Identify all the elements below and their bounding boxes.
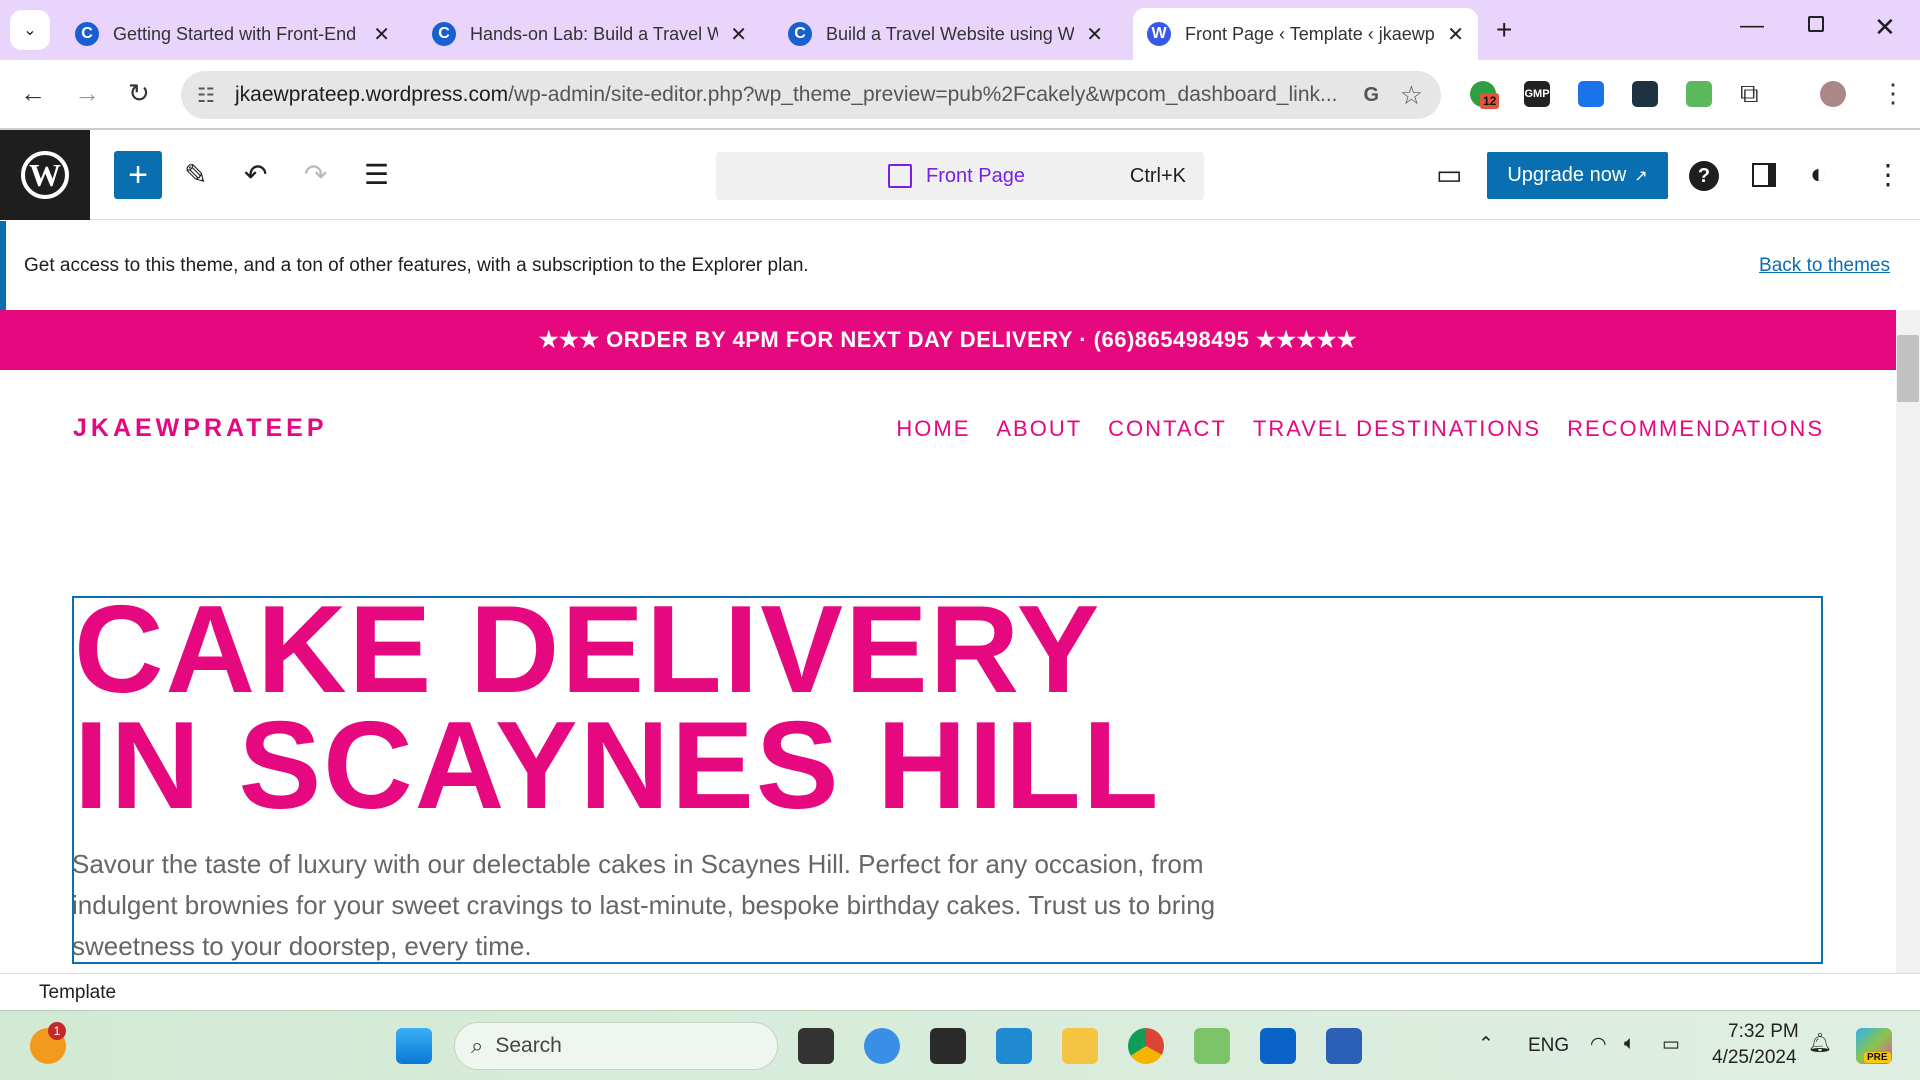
- browser-tab[interactable]: CBuild a Travel Website using WordPress✕: [774, 8, 1117, 60]
- upgrade-now-button[interactable]: Upgrade now ↗: [1487, 152, 1668, 199]
- back-to-themes-link[interactable]: Back to themes: [1759, 255, 1890, 277]
- nav-home[interactable]: HOME: [896, 416, 970, 442]
- wordpress-logo-button[interactable]: W: [0, 130, 90, 220]
- canvas-scrollbar[interactable]: [1896, 310, 1920, 973]
- options-menu-icon[interactable]: ⋮: [1874, 158, 1902, 191]
- browser-tab-bar: ⌄ CGetting Started with Front-End and We…: [0, 0, 1920, 60]
- forward-icon[interactable]: →: [74, 78, 100, 109]
- weather-widget-icon[interactable]: 1: [30, 1022, 66, 1064]
- add-block-button[interactable]: +: [114, 151, 162, 199]
- extension-icon[interactable]: 12: [1470, 81, 1500, 109]
- windows-start-icon[interactable]: [396, 1028, 432, 1064]
- outlook-icon[interactable]: [1260, 1028, 1296, 1064]
- task-view-icon[interactable]: [798, 1028, 834, 1064]
- chrome-icon[interactable]: [1128, 1028, 1164, 1064]
- nav-about[interactable]: ABOUT: [996, 416, 1082, 442]
- battery-icon[interactable]: ▭: [1662, 1033, 1680, 1056]
- nav-recommendations[interactable]: RECOMMENDATIONS: [1567, 416, 1824, 442]
- reload-icon[interactable]: ↻: [128, 78, 150, 109]
- extensions-puzzle-icon[interactable]: ⧉: [1740, 78, 1759, 110]
- help-icon[interactable]: ?: [1689, 161, 1719, 191]
- upgrade-notice: Get access to this theme, and a ton of o…: [0, 221, 1920, 310]
- close-tab-icon[interactable]: ✕: [1447, 22, 1464, 47]
- minimize-button[interactable]: —: [1740, 12, 1764, 40]
- close-window-button[interactable]: ✕: [1874, 12, 1896, 43]
- react-devtools-icon[interactable]: [1632, 81, 1658, 107]
- close-tab-icon[interactable]: ✕: [730, 22, 747, 47]
- editor-footer-breadcrumb: Template: [0, 973, 1920, 1010]
- browser-tab[interactable]: CHands-on Lab: Build a Travel Website✕: [418, 8, 761, 60]
- copilot-icon[interactable]: PRE: [1856, 1028, 1892, 1064]
- command-palette-button[interactable]: Front Page Ctrl+K: [716, 152, 1204, 200]
- promo-banner: ★★★ ORDER BY 4PM FOR NEXT DAY DELIVERY ·…: [0, 310, 1896, 370]
- styles-contrast-icon[interactable]: ◐: [1810, 158, 1827, 190]
- wordpress-icon: W: [21, 151, 69, 199]
- restore-button[interactable]: [1808, 16, 1824, 32]
- site-title[interactable]: JKAEWPRATEEP: [73, 414, 328, 443]
- close-tab-icon[interactable]: ✕: [1086, 22, 1103, 47]
- undo-icon[interactable]: ↶: [244, 158, 267, 191]
- coursera-icon: C: [432, 22, 456, 46]
- site-info-icon[interactable]: ☷: [197, 83, 215, 108]
- volume-icon[interactable]: 🔈︎: [1624, 1033, 1635, 1055]
- bookmark-star-icon[interactable]: ☆: [1400, 80, 1423, 111]
- word-icon[interactable]: [1326, 1028, 1362, 1064]
- language-indicator[interactable]: ENG: [1528, 1035, 1569, 1057]
- camera-extension-icon[interactable]: [1578, 81, 1604, 107]
- notifications-bell-icon[interactable]: 🔔︎: [1808, 1031, 1832, 1055]
- redo-icon[interactable]: ↷: [304, 158, 327, 191]
- tab-search-button[interactable]: ⌄: [10, 10, 50, 50]
- vscode-icon[interactable]: [996, 1028, 1032, 1064]
- browser-tab[interactable]: CGetting Started with Front-End and Web …: [61, 8, 404, 60]
- edit-pencil-icon[interactable]: ✎: [184, 158, 207, 191]
- browser-tab-active[interactable]: WFront Page ‹ Template ‹ jkaewprateep✕: [1133, 8, 1478, 60]
- url-input[interactable]: ☷ jkaewprateep.wordpress.com/wp-admin/si…: [181, 71, 1441, 119]
- clock-date[interactable]: 4/25/2024: [1712, 1047, 1797, 1069]
- nav-travel-destinations[interactable]: TRAVEL DESTINATIONS: [1253, 416, 1541, 442]
- browser-menu-icon[interactable]: ⋮: [1880, 78, 1906, 109]
- wifi-icon[interactable]: ◠: [1590, 1033, 1607, 1056]
- paint-icon[interactable]: [864, 1028, 900, 1064]
- search-icon: ⌕: [471, 1033, 484, 1058]
- profile-avatar[interactable]: [1820, 81, 1846, 107]
- device-preview-icon[interactable]: ▭: [1436, 158, 1462, 191]
- sheets-extension-icon[interactable]: [1686, 81, 1712, 107]
- scrollbar-thumb[interactable]: [1897, 335, 1919, 402]
- new-tab-button[interactable]: +: [1496, 14, 1512, 46]
- external-link-icon: ↗: [1634, 167, 1648, 185]
- taskbar-search[interactable]: ⌕ Search: [454, 1022, 778, 1070]
- close-tab-icon[interactable]: ✕: [373, 22, 390, 47]
- clock-time[interactable]: 7:32 PM: [1728, 1021, 1799, 1043]
- notepad-icon[interactable]: [1194, 1028, 1230, 1064]
- hero-paragraph[interactable]: Savour the taste of luxury with our dele…: [74, 844, 1252, 962]
- file-explorer-icon[interactable]: [1062, 1028, 1098, 1064]
- coursera-icon: C: [75, 22, 99, 46]
- windows-taskbar: 1 ⌕ Search ⌃ ENG ◠ 🔈︎ ▭ 7:32 PM 4/25/2024…: [0, 1010, 1920, 1080]
- show-hidden-icons-chevron-icon[interactable]: ⌃: [1478, 1033, 1494, 1056]
- hero-heading[interactable]: CAKE DELIVERY IN SCAYNES HILL: [74, 598, 1821, 828]
- back-icon[interactable]: ←: [20, 78, 46, 109]
- hero-group-block[interactable]: CAKE DELIVERY IN SCAYNES HILL Savour the …: [72, 596, 1823, 964]
- site-navigation: HOME ABOUT CONTACT TRAVEL DESTINATIONS R…: [896, 416, 1824, 442]
- template-icon: [888, 164, 912, 188]
- coursera-icon: C: [788, 22, 812, 46]
- nav-contact[interactable]: CONTACT: [1108, 416, 1227, 442]
- list-view-icon[interactable]: ☰: [364, 158, 389, 191]
- site-header: JKAEWPRATEEP HOME ABOUT CONTACT TRAVEL D…: [0, 370, 1896, 480]
- terminal-icon[interactable]: [930, 1028, 966, 1064]
- translate-icon[interactable]: G: [1363, 84, 1379, 107]
- gmp-extension-icon[interactable]: GMP: [1524, 81, 1550, 107]
- wordpress-icon: W: [1147, 22, 1171, 46]
- breadcrumb-template[interactable]: Template: [39, 982, 116, 1003]
- editor-toolbar: W + ✎ ↶ ↷ ☰ Front Page Ctrl+K ▭ Upgrade …: [0, 130, 1920, 220]
- settings-sidebar-icon[interactable]: [1752, 163, 1776, 187]
- address-bar-row: ← → ↻ ☷ jkaewprateep.wordpress.com/wp-ad…: [0, 60, 1920, 130]
